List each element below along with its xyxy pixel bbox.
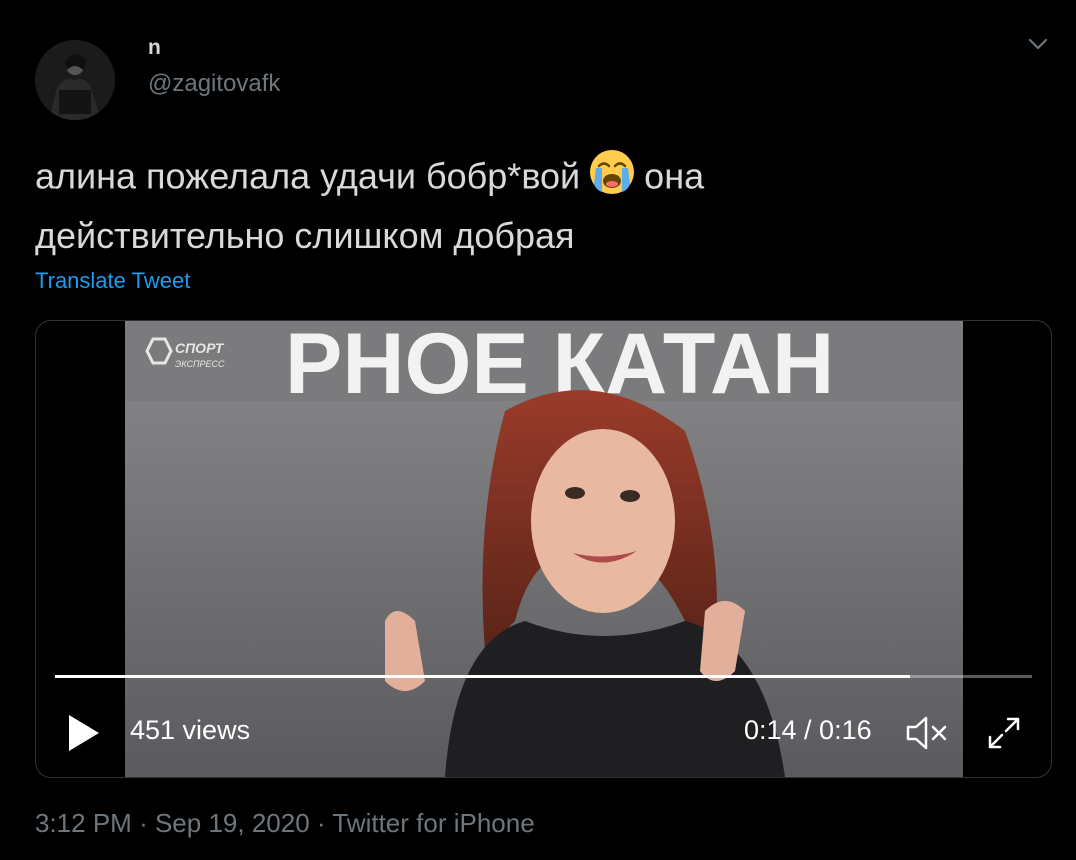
tweet-source: Twitter for iPhone [332,808,535,838]
meta-separator: · [139,808,148,838]
meta-separator: · [316,808,326,838]
avatar-photo [35,40,115,120]
progress-bar-fill [55,675,910,678]
translate-tweet-link[interactable]: Translate Tweet [35,268,190,294]
progress-bar[interactable] [55,675,1032,678]
tweet-text-line-2: действительно слишком добрая [35,215,575,256]
video-time: 0:14 / 0:16 [744,715,872,745]
fullscreen-icon[interactable] [984,713,1024,753]
svg-text:ЭКСПРЕСС: ЭКСПРЕСС [175,359,225,369]
tweet-time[interactable]: 3:12 PM [35,808,132,838]
tweet-text-part: алина пожелала удачи бобр*вой [35,155,581,197]
tweet-date[interactable]: Sep 19, 2020 [155,808,310,838]
view-count: 451 views [130,715,251,745]
loudly-crying-face-icon [588,148,636,210]
tweet-meta: 3:12 PM · Sep 19, 2020 · Twitter for iPh… [35,808,535,839]
tweet-text: алина пожелала удачи бобр*вой она действ… [35,148,1035,262]
user-handle[interactable]: @zagitovafk [148,70,280,98]
video-frame: РНОЕ КАТАН СПОРТ ЭКСПРЕСС [125,321,963,777]
video-player[interactable]: РНОЕ КАТАН СПОРТ ЭКСПРЕСС 451 views 0:14… [35,320,1052,778]
play-icon[interactable] [66,713,102,753]
svg-text:СПОРТ: СПОРТ [175,340,225,356]
tweet-text-part: она [644,155,705,197]
display-name[interactable]: n [148,36,161,60]
tweet-text-line-1: алина пожелала удачи бобр*вой она [35,148,1035,210]
chevron-down-icon[interactable] [1024,32,1052,56]
avatar[interactable] [35,40,115,120]
muted-speaker-icon[interactable] [904,713,952,753]
